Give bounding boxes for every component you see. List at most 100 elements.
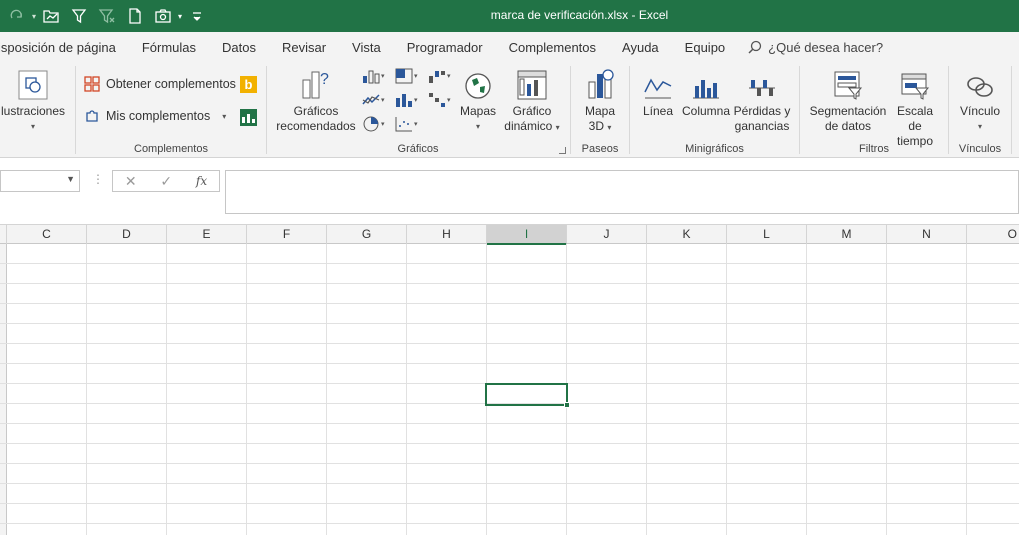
- maps-button[interactable]: Mapas ▾: [456, 66, 500, 134]
- sparkline-line-label: Línea: [642, 104, 674, 118]
- column-header-j[interactable]: J: [567, 225, 647, 245]
- active-cell[interactable]: [485, 383, 568, 406]
- column-header-l[interactable]: L: [727, 225, 807, 245]
- slicer-button[interactable]: Segmentación de datos: [806, 66, 890, 134]
- insert-function-icon[interactable]: fx: [196, 174, 207, 188]
- sparkline-column-button[interactable]: Columna: [680, 66, 732, 119]
- store-icon: [84, 76, 100, 92]
- grid-line: [886, 244, 887, 535]
- separator: [266, 66, 267, 154]
- column-headers: C D E F G H I J K L M N O: [0, 224, 1019, 245]
- name-box-dropdown-icon[interactable]: ▼: [66, 174, 75, 184]
- tab-view[interactable]: Vista: [339, 40, 394, 55]
- cell-grid[interactable]: [0, 244, 1019, 535]
- 3d-map-icon: [576, 66, 624, 100]
- maps-label: Mapas: [459, 104, 497, 118]
- recommended-charts-button[interactable]: ? Gráficos recomendados: [274, 66, 358, 134]
- tab-data[interactable]: Datos: [209, 40, 269, 55]
- column-header-o[interactable]: O: [967, 225, 1019, 245]
- tab-team[interactable]: Equipo: [672, 40, 738, 55]
- waterfall-chart-button[interactable]: ▾: [428, 68, 451, 84]
- column-header-m[interactable]: M: [807, 225, 887, 245]
- row-headers[interactable]: [0, 244, 7, 535]
- sparkline-column-icon: [680, 66, 732, 100]
- combo-chart-button[interactable]: ▾: [428, 92, 451, 108]
- column-header-c[interactable]: C: [7, 225, 87, 245]
- tab-review[interactable]: Revisar: [269, 40, 339, 55]
- illustrations-icon: [0, 66, 66, 100]
- column-header-k[interactable]: K: [647, 225, 727, 245]
- grid-line: [0, 483, 1019, 484]
- globe-icon: [456, 66, 500, 100]
- tell-me-box[interactable]: ¿Qué desea hacer?: [748, 40, 883, 55]
- group-label-charts: Gráficos: [397, 143, 439, 155]
- pivot-chart-label-1: Gráfico: [512, 104, 552, 118]
- get-addins-label: Obtener complementos: [106, 77, 236, 91]
- ribbon: lustraciones ▾ Obtener complementos b Mi…: [0, 62, 1019, 158]
- column-header-i[interactable]: I: [487, 225, 567, 245]
- grid-line: [406, 244, 407, 535]
- sparkline-winloss-button[interactable]: Pérdidas y ganancias: [732, 66, 792, 134]
- link-label: Vínculo: [959, 104, 1001, 118]
- slicer-icon: [806, 66, 890, 100]
- 3d-map-button[interactable]: Mapa 3D ▾: [576, 66, 624, 135]
- column-header-f[interactable]: F: [247, 225, 327, 245]
- pie-chart-button[interactable]: ▾: [362, 116, 385, 132]
- bing-icon[interactable]: b: [240, 76, 257, 93]
- puzzle-icon: [86, 110, 98, 122]
- get-addins-button[interactable]: Obtener complementos: [84, 76, 236, 92]
- link-button[interactable]: Vínculo ▾: [954, 66, 1006, 134]
- grid-line: [0, 503, 1019, 504]
- scatter-chart-button[interactable]: ▾: [395, 116, 418, 132]
- column-header-e[interactable]: E: [167, 225, 247, 245]
- tab-developer[interactable]: Programador: [394, 40, 496, 55]
- stat-chart-button[interactable]: ▾: [395, 92, 418, 108]
- row-header-corner[interactable]: [0, 225, 7, 245]
- grid-line: [0, 283, 1019, 284]
- 3d-map-label-2: 3D ▾: [588, 119, 612, 133]
- column-chart-button[interactable]: ▾: [362, 68, 385, 84]
- illustrations-label: lustraciones: [0, 104, 66, 118]
- sparkline-column-label: Columna: [681, 104, 731, 118]
- timeline-button[interactable]: Escala de tiempo: [890, 66, 940, 149]
- grid-line: [806, 244, 807, 535]
- column-header-h[interactable]: H: [407, 225, 487, 245]
- window-title: marca de verificación.xlsx - Excel: [490, 8, 669, 22]
- recommended-charts-label-2: recomendados: [276, 119, 356, 133]
- recommended-charts-label-1: Gráficos: [293, 104, 339, 118]
- fill-handle[interactable]: [564, 402, 570, 408]
- line-chart-icon: [362, 94, 380, 105]
- pivot-chart-button[interactable]: Gráfico dinámico ▾: [500, 66, 564, 135]
- illustrations-button[interactable]: lustraciones ▾: [0, 66, 66, 134]
- line-chart-button[interactable]: ▾: [362, 92, 385, 108]
- scatter-chart-icon: [395, 117, 412, 132]
- drag-handle-icon[interactable]: ⋮: [92, 172, 104, 186]
- svg-text:?: ?: [320, 71, 329, 88]
- name-box[interactable]: ▼: [0, 170, 80, 192]
- maps-caret: ▾: [475, 122, 480, 131]
- dialog-launcher-icon[interactable]: [559, 147, 566, 154]
- column-header-d[interactable]: D: [87, 225, 167, 245]
- grid-line: [966, 244, 967, 535]
- hierarchy-chart-button[interactable]: ▾: [395, 68, 418, 84]
- sparkline-line-button[interactable]: Línea: [638, 66, 678, 119]
- tab-addins[interactable]: Complementos: [496, 40, 609, 55]
- pivot-chart-icon: [500, 66, 564, 100]
- my-addins-button[interactable]: Mis complementos ▾: [84, 108, 226, 124]
- column-header-n[interactable]: N: [887, 225, 967, 245]
- ribbon-tabs: isposición de página Fórmulas Datos Revi…: [0, 32, 1019, 62]
- tab-formulas[interactable]: Fórmulas: [129, 40, 209, 55]
- people-graph-icon[interactable]: [240, 109, 257, 126]
- column-header-g[interactable]: G: [327, 225, 407, 245]
- cancel-icon[interactable]: ✕: [125, 173, 137, 190]
- formula-input[interactable]: [225, 170, 1019, 214]
- tab-page-layout[interactable]: isposición de página: [0, 40, 129, 55]
- grid-line: [0, 303, 1019, 304]
- illustrations-caret: ▾: [30, 122, 35, 131]
- grid-line: [166, 244, 167, 535]
- sparkline-winloss-label-2: ganancias: [734, 119, 790, 133]
- grid-line: [0, 423, 1019, 424]
- formula-bar: ▼ ⋮ ✕ ✓ fx: [0, 158, 1019, 224]
- enter-icon[interactable]: ✓: [160, 173, 172, 190]
- tab-help[interactable]: Ayuda: [609, 40, 672, 55]
